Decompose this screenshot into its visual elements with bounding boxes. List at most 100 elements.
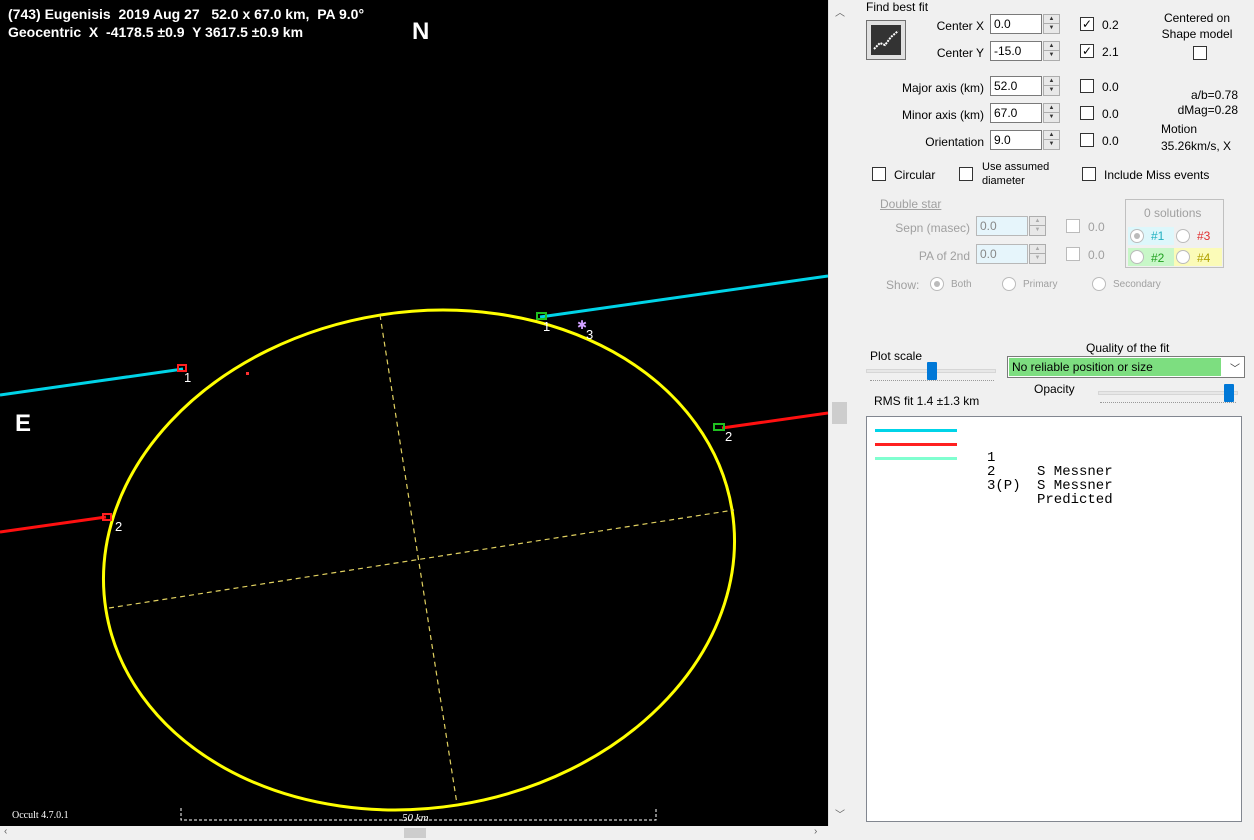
center-x-checkbox[interactable]: ✓ bbox=[1080, 17, 1094, 31]
chord-label-2-left: 2 bbox=[115, 519, 122, 534]
sepn-label: Sepn (masec) bbox=[895, 221, 970, 235]
dmag-value: dMag=0.28 bbox=[1177, 103, 1238, 117]
pa2-spinner[interactable]: ▲ ▼ bbox=[1029, 244, 1046, 264]
solution-3-radio[interactable] bbox=[1176, 229, 1190, 243]
sepn-checkbox[interactable] bbox=[1066, 219, 1080, 233]
use-assumed-diameter-checkbox[interactable] bbox=[959, 167, 973, 181]
orientation-step: 0.0 bbox=[1102, 134, 1119, 148]
spin-down-icon[interactable]: ▼ bbox=[1044, 140, 1059, 149]
solution-2-label: #2 bbox=[1151, 251, 1165, 265]
orientation-input[interactable]: 9.0 bbox=[990, 130, 1042, 150]
center-y-step: 2.1 bbox=[1102, 45, 1119, 59]
legend-name: Predicted bbox=[1037, 492, 1113, 508]
scroll-right-icon[interactable]: › bbox=[814, 826, 817, 837]
center-x-step: 0.2 bbox=[1102, 18, 1119, 32]
opacity-track[interactable] bbox=[1098, 391, 1238, 395]
orientation-spinner[interactable]: ▲ ▼ bbox=[1043, 130, 1060, 150]
quality-dropdown[interactable]: No reliable position or size ﹀ bbox=[1007, 356, 1245, 378]
chord-label-3-predicted: 3 bbox=[586, 327, 593, 342]
horizontal-scrollbar[interactable]: ‹ › bbox=[0, 826, 828, 840]
major-axis-spinner[interactable]: ▲ ▼ bbox=[1043, 76, 1060, 96]
plot-subtitle: Geocentric X -4178.5 ±0.9 Y 3617.5 ±0.9 … bbox=[8, 24, 304, 40]
spin-down-icon[interactable]: ▼ bbox=[1044, 51, 1059, 60]
opacity-slider[interactable] bbox=[1224, 384, 1234, 402]
major-axis-input[interactable]: 52.0 bbox=[990, 76, 1042, 96]
show-primary-radio[interactable] bbox=[1002, 277, 1016, 291]
spin-down-icon[interactable]: ▼ bbox=[1044, 86, 1059, 95]
show-primary-label: Primary bbox=[1023, 279, 1058, 290]
solution-1-label: #1 bbox=[1151, 229, 1165, 243]
chevron-down-icon[interactable]: ﹀ bbox=[1230, 360, 1240, 375]
center-x-input[interactable]: 0.0 bbox=[990, 14, 1042, 34]
show-secondary-label: Secondary bbox=[1113, 279, 1161, 290]
occultation-plot: ✱ 1 2 1 3 2 (743) Eugenisis 2019 Aug 27 … bbox=[0, 0, 828, 826]
observer-legend: 1 S Messner 2 S Messner 3(P) Predicted bbox=[866, 416, 1242, 822]
stray-point bbox=[246, 372, 249, 375]
horizontal-scroll-thumb[interactable] bbox=[404, 828, 426, 838]
legend-number: 3(P) bbox=[987, 478, 1021, 494]
pa2-checkbox[interactable] bbox=[1066, 247, 1080, 261]
vertical-scroll-thumb[interactable] bbox=[832, 402, 847, 424]
chord-1-left bbox=[0, 367, 184, 397]
scroll-left-icon[interactable]: ‹ bbox=[4, 826, 7, 837]
minor-axis-label: Minor axis (km) bbox=[901, 108, 984, 122]
center-y-input[interactable]: -15.0 bbox=[990, 41, 1042, 61]
show-both-radio[interactable] bbox=[930, 277, 944, 291]
plot-scale-ticks bbox=[870, 380, 994, 384]
spin-up-icon[interactable]: ▲ bbox=[1044, 77, 1059, 86]
minor-axis-step: 0.0 bbox=[1102, 107, 1119, 121]
show-label: Show: bbox=[886, 278, 920, 292]
include-miss-checkbox[interactable] bbox=[1082, 167, 1096, 181]
scroll-down-icon[interactable]: ﹀ bbox=[835, 806, 845, 821]
circular-checkbox[interactable] bbox=[872, 167, 886, 181]
minor-axis-input[interactable]: 67.0 bbox=[990, 103, 1042, 123]
find-best-fit-label: Find best fit bbox=[866, 0, 929, 14]
quality-value: No reliable position or size bbox=[1009, 358, 1221, 376]
motion-label: Motion bbox=[1161, 122, 1198, 136]
spin-down-icon[interactable]: ▼ bbox=[1030, 254, 1045, 263]
spin-up-icon[interactable]: ▲ bbox=[1030, 217, 1045, 226]
orientation-checkbox[interactable] bbox=[1080, 133, 1094, 147]
spin-down-icon[interactable]: ▼ bbox=[1030, 226, 1045, 235]
centered-on-shape-checkbox[interactable] bbox=[1193, 46, 1207, 60]
center-y-spinner[interactable]: ▲ ▼ bbox=[1043, 41, 1060, 61]
sepn-step: 0.0 bbox=[1088, 220, 1105, 234]
solution-4-label: #4 bbox=[1197, 251, 1211, 265]
plot-canvas: ✱ 1 2 1 3 2 bbox=[0, 274, 828, 821]
minor-axis-spinner[interactable]: ▲ ▼ bbox=[1043, 103, 1060, 123]
legend-row: 1 S Messner bbox=[875, 423, 1235, 479]
legend-swatch bbox=[875, 457, 957, 460]
center-x-label: Center X bbox=[936, 19, 984, 33]
legend-name: S Messner bbox=[1037, 464, 1113, 480]
include-miss-label: Include Miss events bbox=[1104, 168, 1210, 182]
spin-up-icon[interactable]: ▲ bbox=[1044, 42, 1059, 51]
center-x-spinner[interactable]: ▲ ▼ bbox=[1043, 14, 1060, 34]
legend-number: 2 bbox=[987, 464, 996, 480]
spin-down-icon[interactable]: ▼ bbox=[1044, 113, 1059, 122]
spin-up-icon[interactable]: ▲ bbox=[1044, 131, 1059, 140]
spin-up-icon[interactable]: ▲ bbox=[1044, 104, 1059, 113]
pa2-input[interactable]: 0.0 bbox=[976, 244, 1028, 264]
fit-graph-icon bbox=[871, 25, 901, 55]
vertical-scrollbar[interactable]: ︿ ﹀ bbox=[828, 0, 850, 826]
pa2-label: PA of 2nd bbox=[918, 249, 970, 263]
chord-2-left bbox=[0, 515, 107, 534]
spin-down-icon[interactable]: ▼ bbox=[1044, 24, 1059, 33]
find-best-fit-button[interactable] bbox=[866, 20, 906, 60]
solution-1-radio[interactable] bbox=[1130, 229, 1144, 243]
center-y-checkbox[interactable]: ✓ bbox=[1080, 44, 1094, 58]
sepn-input[interactable]: 0.0 bbox=[976, 216, 1028, 236]
use-assumed-diameter-label: Use assumed diameter bbox=[982, 161, 1050, 187]
plot-scale-slider[interactable] bbox=[927, 362, 937, 380]
major-axis-checkbox[interactable] bbox=[1080, 79, 1094, 93]
sepn-spinner[interactable]: ▲ ▼ bbox=[1029, 216, 1046, 236]
spin-up-icon[interactable]: ▲ bbox=[1044, 15, 1059, 24]
show-secondary-radio[interactable] bbox=[1092, 277, 1106, 291]
spin-up-icon[interactable]: ▲ bbox=[1030, 245, 1045, 254]
chord-label-1-right: 1 bbox=[543, 319, 550, 334]
solution-4-radio[interactable] bbox=[1176, 250, 1190, 264]
minor-axis-checkbox[interactable] bbox=[1080, 106, 1094, 120]
scroll-up-icon[interactable]: ︿ bbox=[835, 4, 845, 19]
pa2-step: 0.0 bbox=[1088, 248, 1105, 262]
solution-2-radio[interactable] bbox=[1130, 250, 1144, 264]
